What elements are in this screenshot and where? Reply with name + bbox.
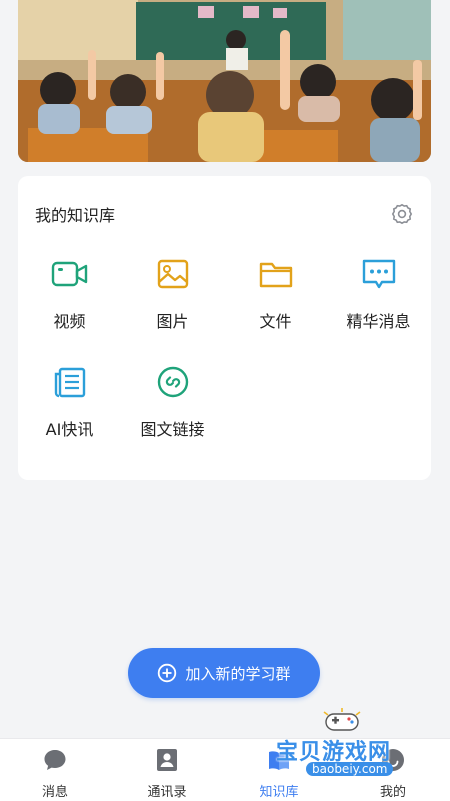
kb-item-ai-news[interactable]: AI快讯 [18, 362, 121, 440]
video-icon [51, 261, 87, 287]
chat-bubble-icon [362, 259, 395, 289]
kb-item-highlights[interactable]: 精华消息 [327, 254, 430, 332]
join-group-button[interactable]: 加入新的学习群 [128, 648, 320, 698]
tab-label: 我的 [379, 785, 406, 800]
message-icon [44, 750, 66, 770]
tab-knowledge-base[interactable]: 知识库 [234, 747, 324, 800]
kb-item-image[interactable]: 图片 [121, 254, 224, 332]
tab-contacts[interactable]: 通讯录 [122, 747, 212, 800]
kb-item-label: 文件 [259, 312, 292, 331]
book-icon [269, 751, 289, 770]
tab-label: 通讯录 [147, 785, 187, 800]
link-icon [157, 366, 188, 398]
folder-icon [259, 262, 292, 288]
kb-item-file[interactable]: 文件 [224, 254, 327, 332]
tab-label: 消息 [41, 785, 68, 800]
banner-image [18, 0, 431, 162]
gear-icon[interactable] [390, 202, 414, 226]
profile-icon [382, 749, 404, 771]
kb-item-label: 视频 [53, 312, 86, 331]
card-title: 我的知识库 [35, 206, 116, 225]
bottom-tab-bar: 消息 通讯录 知识库 我的 [0, 738, 450, 801]
news-icon [54, 367, 85, 398]
kb-item-video[interactable]: 视频 [18, 254, 121, 332]
plus-circle-icon [158, 663, 177, 683]
kb-item-label: AI快讯 [45, 420, 94, 439]
tab-label: 知识库 [259, 785, 299, 800]
tab-profile[interactable]: 我的 [348, 747, 438, 800]
kb-item-label: 图文链接 [140, 420, 205, 439]
image-icon [157, 259, 188, 289]
kb-item-label: 精华消息 [346, 312, 411, 331]
gamepad-icon [323, 708, 361, 731]
join-group-label: 加入新的学习群 [185, 664, 291, 683]
tab-messages[interactable]: 消息 [10, 747, 100, 800]
kb-item-link[interactable]: 图文链接 [121, 362, 224, 440]
contacts-icon [157, 749, 177, 771]
kb-item-label: 图片 [156, 312, 189, 331]
knowledge-base-card: 我的知识库 视频 图片 文件 精华消息 AI快讯 图文链接 [18, 176, 431, 480]
classroom-photo [18, 0, 431, 162]
